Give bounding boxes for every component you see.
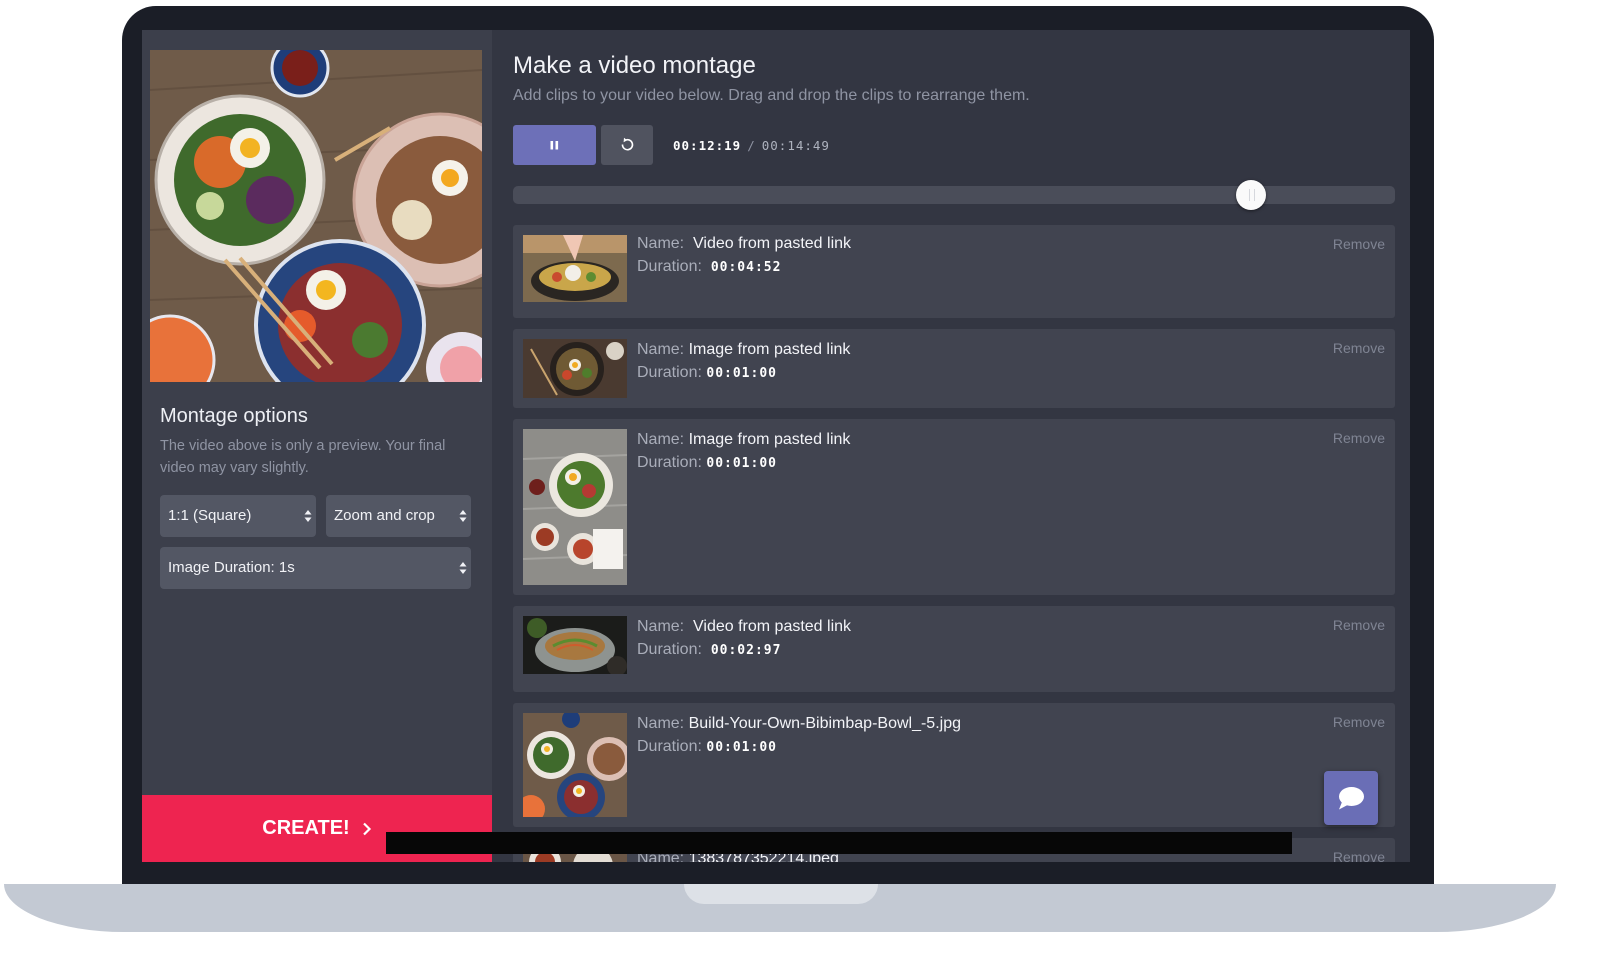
- clip-thumbnail: [523, 713, 627, 817]
- clip-thumbnail: [523, 616, 627, 674]
- chat-icon: [1339, 787, 1364, 810]
- page-title: Make a video montage: [513, 52, 756, 79]
- clip-duration-label: Duration:: [637, 364, 702, 381]
- clip-duration: 00:02:97: [710, 643, 782, 658]
- restart-button[interactable]: [601, 125, 653, 165]
- remove-clip-button[interactable]: Remove: [1333, 430, 1385, 446]
- clip-duration-label: Duration:: [637, 258, 702, 275]
- clip-name-line: Name: Image from pasted link: [637, 341, 850, 359]
- clip-thumbnail: [523, 339, 627, 398]
- clip-name-line: Name: Image from pasted link: [637, 431, 850, 449]
- clip-duration: 00:01:00: [706, 456, 777, 471]
- chat-button[interactable]: [1324, 771, 1378, 825]
- clip-item[interactable]: Name: Build-Your-Own-Bibimbap-Bowl_-5.jp…: [513, 703, 1395, 827]
- page-subtitle: Add clips to your video below. Drag and …: [513, 87, 1030, 104]
- clip-duration-label: Duration:: [637, 738, 702, 755]
- clip-thumbnail: [523, 429, 627, 585]
- clip-duration: 00:04:52: [710, 260, 782, 275]
- image-duration-select[interactable]: Image Duration: 1s: [160, 547, 471, 589]
- total-time: 00:14:49: [761, 138, 830, 153]
- clip-duration-line: Duration: 00:01:00: [637, 454, 777, 472]
- aspect-ratio-value: 1:1 (Square): [168, 507, 252, 524]
- clip-duration-label: Duration:: [637, 641, 702, 658]
- current-time: 00:12:19: [673, 138, 742, 153]
- clip-duration: 00:01:00: [706, 740, 777, 755]
- remove-clip-button[interactable]: Remove: [1333, 340, 1385, 356]
- clip-name-label: Name:: [637, 431, 685, 448]
- clip-duration-label: Duration:: [637, 454, 702, 471]
- select-arrows-icon: [459, 510, 467, 522]
- pause-button[interactable]: [513, 125, 596, 165]
- image-duration-value: Image Duration: 1s: [168, 559, 295, 576]
- playback-progress-track[interactable]: [513, 180, 1395, 210]
- clip-duration-line: Duration: 00:04:52: [637, 258, 781, 276]
- clip-name-label: Name:: [637, 235, 685, 252]
- clip-name: Image from pasted link: [688, 431, 851, 448]
- clip-name: Video from pasted link: [693, 235, 852, 252]
- clip-item[interactable]: Name: Image from pasted link Duration: 0…: [513, 419, 1395, 595]
- clip-name-line: Name: Build-Your-Own-Bibimbap-Bowl_-5.jp…: [637, 715, 961, 733]
- aspect-ratio-select[interactable]: 1:1 (Square): [160, 495, 316, 537]
- time-separator: /: [747, 138, 756, 153]
- clip-name-line: Name: Video from pasted link: [637, 235, 851, 253]
- clip-name-label: Name:: [637, 341, 685, 358]
- clip-duration-line: Duration: 00:02:97: [637, 641, 781, 659]
- clip-duration-line: Duration: 00:01:00: [637, 364, 777, 382]
- fit-mode-value: Zoom and crop: [334, 507, 435, 524]
- create-button-label: CREATE!: [262, 817, 350, 839]
- clip-duration: 00:01:00: [706, 366, 777, 381]
- screen-bottom-bezel: [386, 832, 1292, 854]
- bibimbap-preview-image: [150, 50, 482, 382]
- playback-time: 00:12:19 / 00:14:49: [673, 138, 830, 153]
- select-arrows-icon: [459, 562, 467, 574]
- video-preview[interactable]: [150, 50, 482, 382]
- clip-item[interactable]: Name: Image from pasted link Duration: 0…: [513, 329, 1395, 408]
- clip-thumbnail: [523, 235, 627, 302]
- clip-name: Video from pasted link: [693, 618, 852, 635]
- laptop-notch: [684, 884, 878, 904]
- fit-mode-select[interactable]: Zoom and crop: [326, 495, 471, 537]
- app-screen: Montage options The video above is only …: [142, 30, 1410, 862]
- select-arrows-icon: [304, 510, 312, 522]
- restart-icon: [621, 137, 634, 151]
- montage-editor: Make a video montage Add clips to your v…: [492, 30, 1410, 862]
- clip-duration-line: Duration: 00:01:00: [637, 738, 777, 756]
- clip-item[interactable]: Name: Video from pasted link Duration: 0…: [513, 225, 1395, 318]
- clip-name-label: Name:: [637, 715, 685, 732]
- montage-options-title: Montage options: [160, 405, 308, 427]
- clip-name: Build-Your-Own-Bibimbap-Bowl_-5.jpg: [688, 715, 961, 732]
- remove-clip-button[interactable]: Remove: [1333, 849, 1385, 862]
- chevron-right-icon: [362, 822, 371, 835]
- clip-name-line: Name: Video from pasted link: [637, 618, 851, 636]
- clip-name: Image from pasted link: [688, 341, 851, 358]
- clip-item[interactable]: Name: Video from pasted link Duration: 0…: [513, 606, 1395, 692]
- montage-options-panel: Montage options The video above is only …: [142, 30, 492, 862]
- montage-options-description: The video above is only a preview. Your …: [160, 438, 446, 476]
- clip-name-label: Name:: [637, 618, 685, 635]
- remove-clip-button[interactable]: Remove: [1333, 714, 1385, 730]
- progress-handle[interactable]: [1236, 180, 1267, 210]
- remove-clip-button[interactable]: Remove: [1333, 617, 1385, 633]
- remove-clip-button[interactable]: Remove: [1333, 236, 1385, 252]
- pause-icon: [550, 141, 559, 150]
